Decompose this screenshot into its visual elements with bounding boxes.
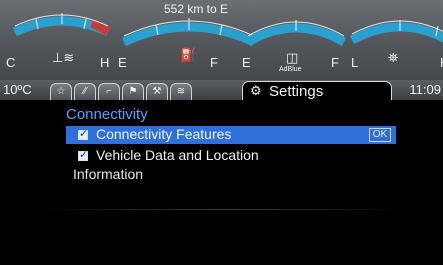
information-item[interactable]: Information	[73, 166, 143, 182]
fuel-pump-icon: ⛽	[180, 47, 197, 62]
vehicle-data-location-item[interactable]: ✓ Vehicle Data and Location	[66, 147, 396, 165]
adblue-label: AdBlue	[279, 66, 302, 73]
gauge-letter-adblue-full: F	[331, 55, 339, 70]
road-icon: ≋	[176, 86, 186, 97]
tab-trip[interactable]: ⁄⁄	[74, 83, 96, 100]
check-icon: ✓	[79, 128, 89, 140]
tab-settings[interactable]: ⚙ Settings	[242, 81, 392, 100]
wrench-icon: ⚒	[152, 86, 162, 97]
gauge-letter-empty: E	[118, 55, 127, 70]
divider	[40, 209, 410, 210]
check-icon: ✓	[79, 149, 89, 161]
ok-button[interactable]: OK	[369, 128, 391, 142]
status-tab-bar: 10ºC ☆ ⁄⁄ ⌐ ⚑ ⚒ ≋ ⚙ Settings 11:09	[0, 80, 443, 100]
star-icon: ☆	[56, 86, 66, 97]
tab-driver[interactable]: ⌐	[98, 83, 120, 100]
vehicle-icon: ⚑	[128, 86, 138, 97]
vehicle-data-location-label: Vehicle Data and Location	[96, 147, 259, 163]
tab-favorites[interactable]: ☆	[50, 83, 72, 100]
oil-can-icon: ⛯	[388, 50, 399, 65]
range-to-empty: 552 km to E	[163, 2, 229, 16]
trip-icon: ⁄⁄	[83, 86, 87, 97]
gauge-letter-oil-low: L	[351, 55, 359, 70]
adblue-icon: ◫	[286, 50, 299, 65]
coolant-temp-icon: ⊥≋	[52, 50, 75, 65]
seat-icon: ⌐	[106, 86, 112, 97]
section-title: Connectivity	[66, 106, 148, 123]
gauge-letter-cold: C	[6, 55, 16, 70]
gauge-letter-hot: H	[100, 55, 110, 70]
connectivity-features-item[interactable]: ✓ Connectivity Features OK	[66, 126, 396, 144]
instrument-cluster-display: 552 km to E C H E F E F L H ⊥≋ ⛽ ◫ AdBlu…	[0, 0, 443, 265]
tab-vehicle[interactable]: ⚑	[122, 83, 144, 100]
tab-driving-assist[interactable]: ≋	[170, 83, 192, 100]
oil-gauge-arc	[349, 22, 443, 44]
gauge-letter-full: F	[210, 55, 218, 70]
connectivity-features-label: Connectivity Features	[96, 126, 232, 142]
clock: 11:09	[409, 82, 441, 97]
gauge-letter-adblue-empty: E	[242, 55, 251, 70]
gauge-panel: 552 km to E C H E F E F L H ⊥≋ ⛽ ◫ AdBlu…	[0, 0, 443, 80]
gears-icon: ⚙	[250, 83, 262, 98]
connectivity-features-checkbox[interactable]: ✓	[78, 128, 89, 140]
tab-settings-label: Settings	[269, 83, 324, 100]
tab-service[interactable]: ⚒	[146, 83, 168, 100]
vehicle-data-location-checkbox[interactable]: ✓	[78, 149, 89, 161]
outside-temperature: 10ºC	[3, 82, 32, 97]
